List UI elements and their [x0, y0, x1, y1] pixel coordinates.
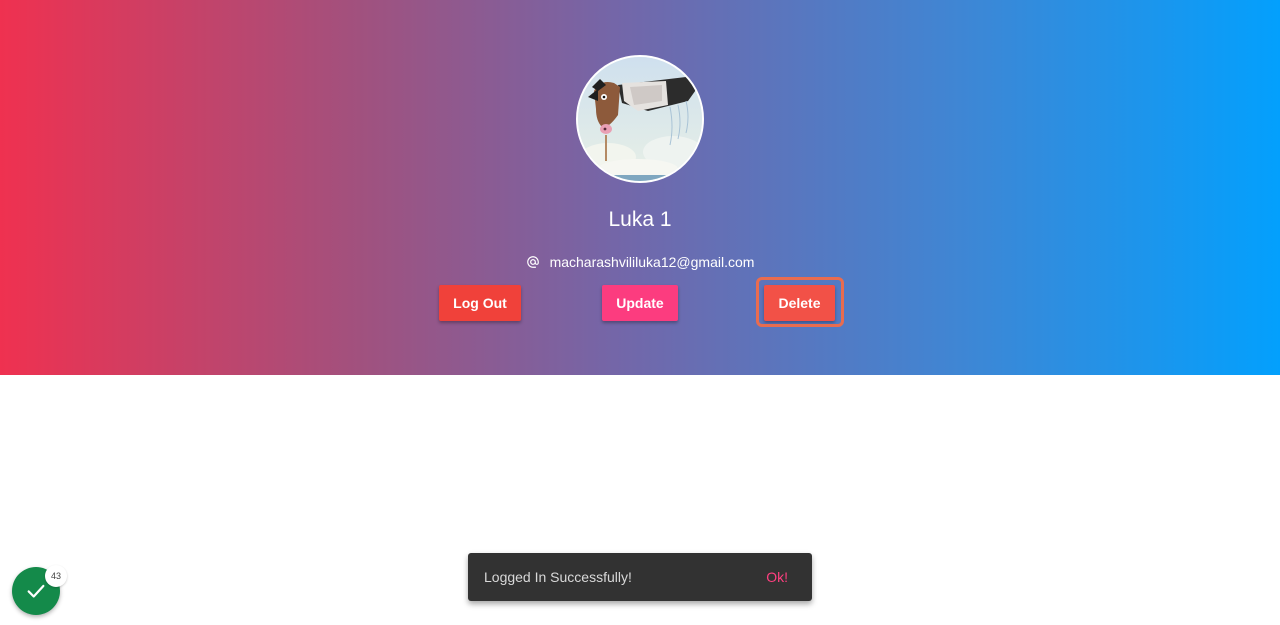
status-count-badge: 43 — [45, 565, 67, 587]
profile-name: Luka 1 — [608, 208, 672, 231]
snackbar: Logged In Successfully! Ok! — [468, 553, 812, 601]
avatar-image — [578, 57, 702, 181]
at-icon — [526, 255, 540, 269]
email-row: macharashvililuka12@gmail.com — [440, 252, 840, 272]
snackbar-message: Logged In Successfully! — [484, 569, 632, 585]
avatar — [576, 55, 704, 183]
logout-button[interactable]: Log Out — [439, 285, 521, 321]
snackbar-ok-button[interactable]: Ok! — [766, 569, 788, 585]
profile-header: Luka 1 macharashvililuka12@gmail.com Log… — [0, 0, 1280, 375]
update-button[interactable]: Update — [602, 285, 678, 321]
check-icon — [27, 584, 45, 598]
email-address: macharashvililuka12@gmail.com — [549, 254, 755, 270]
delete-button[interactable]: Delete — [764, 285, 835, 321]
